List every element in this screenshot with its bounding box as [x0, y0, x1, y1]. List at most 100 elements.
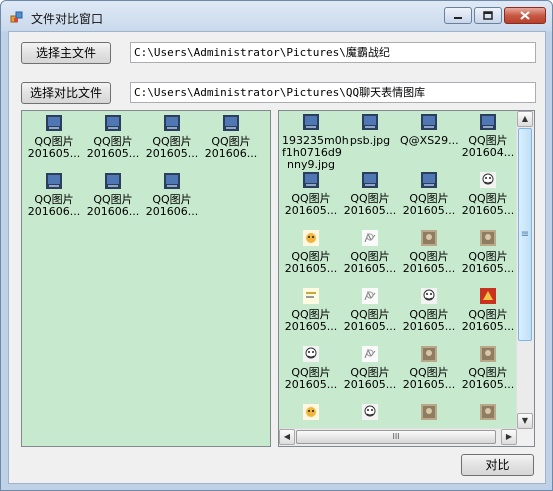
item-subtitle: 201605...: [461, 320, 515, 333]
sketch-thumb-icon: [362, 346, 378, 362]
item-subtitle: 201606...: [86, 205, 140, 218]
list-item[interactable]: QQ图片 201605...: [341, 288, 399, 333]
screen-thumb-icon: [223, 115, 239, 131]
vertical-scrollbar[interactable]: ▲ ≡ ▼: [516, 111, 534, 429]
item-subtitle: 201606...: [145, 205, 199, 218]
list-item[interactable]: QQ图片 201605...: [341, 172, 399, 217]
scroll-right-icon: ▶: [505, 432, 513, 441]
list-item[interactable]: QQ图片 201605...: [459, 288, 517, 333]
screen-thumb-icon: [105, 115, 121, 131]
list-item[interactable]: [282, 404, 340, 425]
select-compare-file-button[interactable]: 选择对比文件: [21, 82, 111, 104]
list-item[interactable]: QQ图片 201605...: [459, 230, 517, 275]
list-item[interactable]: QQ图片 201606...: [202, 115, 260, 160]
item-subtitle: 201605...: [461, 204, 515, 217]
list-item[interactable]: QQ图片 201605...: [282, 288, 340, 333]
list-item[interactable]: QQ图片 201606...: [25, 173, 83, 218]
list-item[interactable]: [459, 404, 517, 425]
list-item[interactable]: QQ图片 201605...: [282, 346, 340, 391]
item-subtitle: 201605...: [284, 378, 338, 391]
screen-thumb-icon: [480, 114, 496, 130]
list-item[interactable]: 193235m0h f1h0716d9 nny9.jpg: [282, 114, 349, 171]
scroll-down-button[interactable]: ▼: [517, 413, 533, 429]
list-item[interactable]: [400, 404, 458, 425]
list-item[interactable]: QQ图片 201605...: [400, 288, 458, 333]
item-name: Q@XS29...: [400, 134, 459, 147]
item-subtitle: 201605...: [86, 147, 140, 160]
list-item[interactable]: QQ图片 201605...: [143, 115, 201, 160]
item-subtitle: 201605...: [402, 320, 456, 333]
cartoon-thumb-icon: [303, 404, 319, 420]
horizontal-scrollbar[interactable]: ◀ III ▶: [279, 428, 517, 446]
photo-thumb-icon: [480, 230, 496, 246]
scroll-up-icon: ▲: [521, 114, 529, 123]
hgrip-icon: III: [392, 432, 400, 441]
photo-thumb-icon: [421, 346, 437, 362]
screen-thumb-icon: [164, 115, 180, 131]
main-path-field[interactable]: C:\Users\Administrator\Pictures\魔霸战纪: [130, 42, 536, 63]
face-thumb-icon: [303, 346, 319, 362]
item-subtitle: 201605...: [343, 378, 397, 391]
list-item[interactable]: QQ图片 201605...: [400, 230, 458, 275]
list-item[interactable]: QQ图片 201605...: [341, 230, 399, 275]
scroll-left-icon: ◀: [283, 432, 291, 441]
screen-thumb-icon: [105, 173, 121, 189]
item-subtitle: 201605...: [284, 262, 338, 275]
screen-thumb-icon: [421, 114, 437, 130]
list-item[interactable]: QQ图片 201606...: [84, 173, 142, 218]
horizontal-scroll-thumb[interactable]: III: [296, 430, 496, 444]
item-subtitle: 201606...: [27, 205, 81, 218]
list-item[interactable]: QQ图片 201605...: [400, 346, 458, 391]
select-main-file-button[interactable]: 选择主文件: [21, 42, 111, 64]
scroll-right-button[interactable]: ▶: [501, 429, 517, 445]
list-item[interactable]: QQ图片 201606...: [143, 173, 201, 218]
item-subtitle: 201605...: [402, 378, 456, 391]
photo-thumb-icon: [421, 230, 437, 246]
photo-thumb-icon: [480, 346, 496, 362]
close-button[interactable]: [504, 7, 546, 24]
list-item[interactable]: QQ图片 201605...: [400, 172, 458, 217]
sketch-thumb-icon: [362, 230, 378, 246]
list-item[interactable]: QQ图片 201605...: [84, 115, 142, 160]
compare-button[interactable]: 对比: [461, 454, 534, 476]
list-item[interactable]: QQ图片 201605...: [341, 346, 399, 391]
item-subtitle: 201605...: [284, 204, 338, 217]
scroll-down-icon: ▼: [521, 416, 529, 425]
item-subtitle: 201605...: [461, 378, 515, 391]
item-subtitle: 201606...: [204, 147, 258, 160]
item-subtitle: 201605...: [343, 320, 397, 333]
screen-thumb-icon: [421, 172, 437, 188]
list-item[interactable]: QQ图片 201604...: [459, 114, 517, 159]
list-item[interactable]: [341, 404, 399, 425]
client-area: 选择主文件 C:\Users\Administrator\Pictures\魔霸…: [8, 31, 546, 484]
screen-thumb-icon: [164, 173, 180, 189]
photo-thumb-icon: [480, 404, 496, 420]
screen-thumb-icon: [303, 114, 319, 130]
maximize-icon: [483, 11, 493, 20]
compare-file-list[interactable]: 193235m0h f1h0716d9 nny9.jpg psb.jpg Q@XS29.…: [278, 110, 535, 447]
red-thumb-icon: [480, 288, 496, 304]
minimize-button[interactable]: [444, 7, 472, 24]
vertical-scroll-thumb[interactable]: ≡: [518, 128, 532, 341]
screen-thumb-icon: [362, 172, 378, 188]
text-thumb-icon: [303, 288, 319, 304]
scroll-left-button[interactable]: ◀: [279, 429, 295, 445]
list-item[interactable]: QQ图片 201605...: [282, 172, 340, 217]
window-title: 文件对比窗口: [31, 12, 104, 26]
item-subtitle: 201605...: [145, 147, 199, 160]
item-subtitle: 201605...: [343, 204, 397, 217]
compare-path-field[interactable]: C:\Users\Administrator\Pictures\QQ聊天表情图库: [130, 82, 536, 103]
scrollbar-corner: [517, 429, 534, 446]
maximize-button[interactable]: [474, 7, 502, 24]
sketch-thumb-icon: [362, 288, 378, 304]
list-item[interactable]: QQ图片 201605...: [282, 230, 340, 275]
list-item[interactable]: Q@XS29...: [400, 114, 459, 147]
list-item[interactable]: psb.jpg: [341, 114, 399, 147]
main-file-list[interactable]: QQ图片 201605... QQ图片 201605... QQ图片 201605... Q…: [21, 110, 271, 447]
title-bar[interactable]: 文件对比窗口: [1, 1, 552, 31]
list-item[interactable]: QQ图片 201605...: [459, 172, 517, 217]
photo-thumb-icon: [421, 404, 437, 420]
list-item[interactable]: QQ图片 201605...: [25, 115, 83, 160]
list-item[interactable]: QQ图片 201605...: [459, 346, 517, 391]
scroll-up-button[interactable]: ▲: [517, 111, 533, 127]
